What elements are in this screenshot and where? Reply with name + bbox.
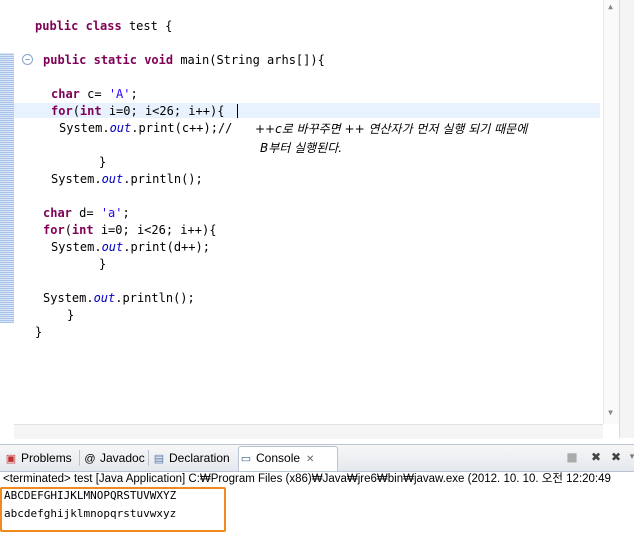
keyword: class	[85, 19, 122, 33]
tab-label: Problems	[21, 451, 72, 465]
field-ref: out	[101, 240, 124, 254]
tab-label: Declaration	[169, 451, 230, 465]
code-editor[interactable]: − public class test { public static void…	[0, 0, 634, 439]
console-icon: ▭	[240, 453, 252, 465]
code-text: i=0; i<26; i++){	[101, 104, 225, 118]
keyword: public	[35, 19, 79, 33]
tab-separator	[148, 450, 149, 466]
handwritten-comment: ++c로 바꾸주면 ++ 연산자가 먼저 실행 되기 때문에	[255, 122, 528, 136]
code-text: c=	[79, 87, 109, 101]
tab-separator	[79, 450, 80, 466]
code-text: }	[99, 257, 107, 271]
code-text: }	[67, 308, 75, 322]
code-text: System.	[59, 121, 110, 135]
chevron-down-icon[interactable]: ▾	[624, 449, 634, 465]
keyword: static	[93, 53, 137, 67]
code-text: }	[35, 325, 43, 339]
vertical-scrollbar[interactable]	[603, 0, 619, 424]
keyword: int	[71, 223, 94, 237]
code-text: (	[64, 223, 72, 237]
code-line[interactable]: System.out.println();	[43, 291, 195, 306]
tab-javadoc[interactable]: @ Javadoc	[83, 447, 145, 469]
fold-toggle-icon[interactable]: −	[22, 54, 33, 65]
code-text: System.	[51, 240, 102, 254]
code-line[interactable]: }	[67, 308, 74, 323]
field-ref: out	[93, 291, 116, 305]
code-line[interactable]: System.out.println();	[51, 172, 203, 187]
code-line[interactable]: char d= 'a';	[43, 206, 130, 221]
code-line[interactable]: }	[99, 257, 106, 272]
declaration-icon: ▤	[153, 453, 165, 465]
scroll-up-icon[interactable]: ▲	[603, 1, 618, 13]
code-line[interactable]: for(int i=0; i<26; i++){	[43, 223, 216, 238]
view-tab-bar: ▣ Problems @ Javadoc ▤ Declaration ▭ Console…	[0, 444, 634, 472]
code-line[interactable]: System.out.print(c++);//	[59, 121, 232, 136]
code-text: .println();	[123, 172, 203, 186]
code-text: d=	[71, 206, 101, 220]
code-text: .println();	[115, 291, 195, 305]
code-line[interactable]: char c= 'A';	[51, 87, 138, 102]
field-ref: out	[101, 172, 124, 186]
text-caret	[237, 104, 238, 118]
terminate-icon[interactable]: ■	[564, 449, 580, 465]
code-text: System.	[51, 172, 102, 186]
tab-console[interactable]: ▭ Console ✕	[238, 446, 338, 471]
code-line[interactable]: System.out.print(d++);	[51, 240, 210, 255]
tab-problems[interactable]: ▣ Problems	[4, 447, 72, 469]
field-ref: out	[109, 121, 132, 135]
tab-label: Javadoc	[100, 451, 145, 465]
console-status: <terminated> test [Java Application] C:₩…	[3, 473, 611, 485]
code-text: }	[99, 155, 107, 169]
code-text: System.	[43, 291, 94, 305]
code-text: test {	[121, 19, 173, 33]
code-line[interactable]: }	[35, 325, 42, 340]
code-line[interactable]: public static void main(String arhs[]){	[43, 53, 325, 68]
keyword: for	[43, 223, 65, 237]
code-text: ;	[130, 87, 138, 101]
keyword: char	[43, 206, 72, 220]
scroll-down-icon[interactable]: ▼	[603, 407, 618, 419]
remove-all-launches-icon[interactable]: ✖	[608, 449, 624, 465]
keyword: char	[51, 87, 80, 101]
tab-label: Console	[256, 451, 301, 465]
horizontal-scrollbar[interactable]	[14, 424, 603, 439]
string-literal: 'a'	[100, 206, 123, 220]
code-line[interactable]: }	[99, 155, 106, 170]
close-icon[interactable]: ✕	[306, 454, 314, 465]
at-icon: @	[84, 453, 96, 465]
remove-launch-icon[interactable]: ✖	[588, 449, 604, 465]
keyword: public	[43, 53, 87, 67]
highlight-box	[0, 487, 226, 532]
keyword: for	[51, 104, 73, 118]
overview-ruler	[619, 0, 634, 438]
string-literal: 'A'	[108, 87, 131, 101]
code-text: .print(c++);//	[131, 121, 233, 135]
keyword: void	[144, 53, 174, 67]
code-text: main(String arhs[]){	[173, 53, 325, 67]
change-ruler	[0, 53, 14, 323]
code-text: (	[72, 104, 80, 118]
problems-icon: ▣	[5, 453, 17, 465]
code-text: ;	[122, 206, 130, 220]
handwritten-comment: B부터 실행된다.	[260, 141, 343, 155]
keyword: int	[79, 104, 102, 118]
code-line[interactable]: public class test {	[35, 19, 172, 34]
tab-declaration[interactable]: ▤ Declaration	[152, 447, 230, 469]
code-line[interactable]: for(int i=0; i<26; i++){	[51, 104, 224, 119]
code-text: .print(d++);	[123, 240, 210, 254]
code-text: i=0; i<26; i++){	[93, 223, 217, 237]
